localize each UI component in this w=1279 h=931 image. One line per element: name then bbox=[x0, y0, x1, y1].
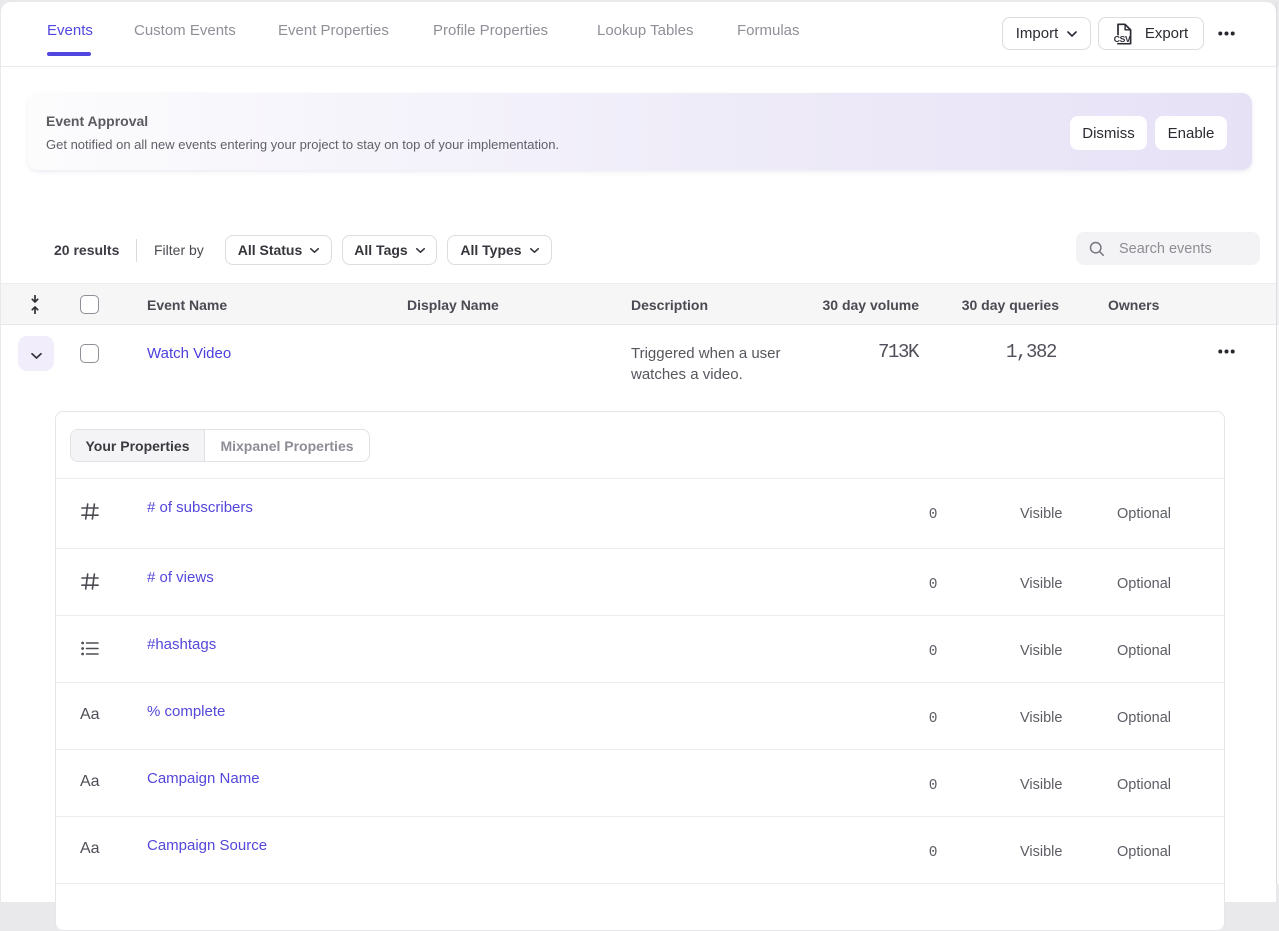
svg-text:CSV: CSV bbox=[1114, 33, 1131, 43]
